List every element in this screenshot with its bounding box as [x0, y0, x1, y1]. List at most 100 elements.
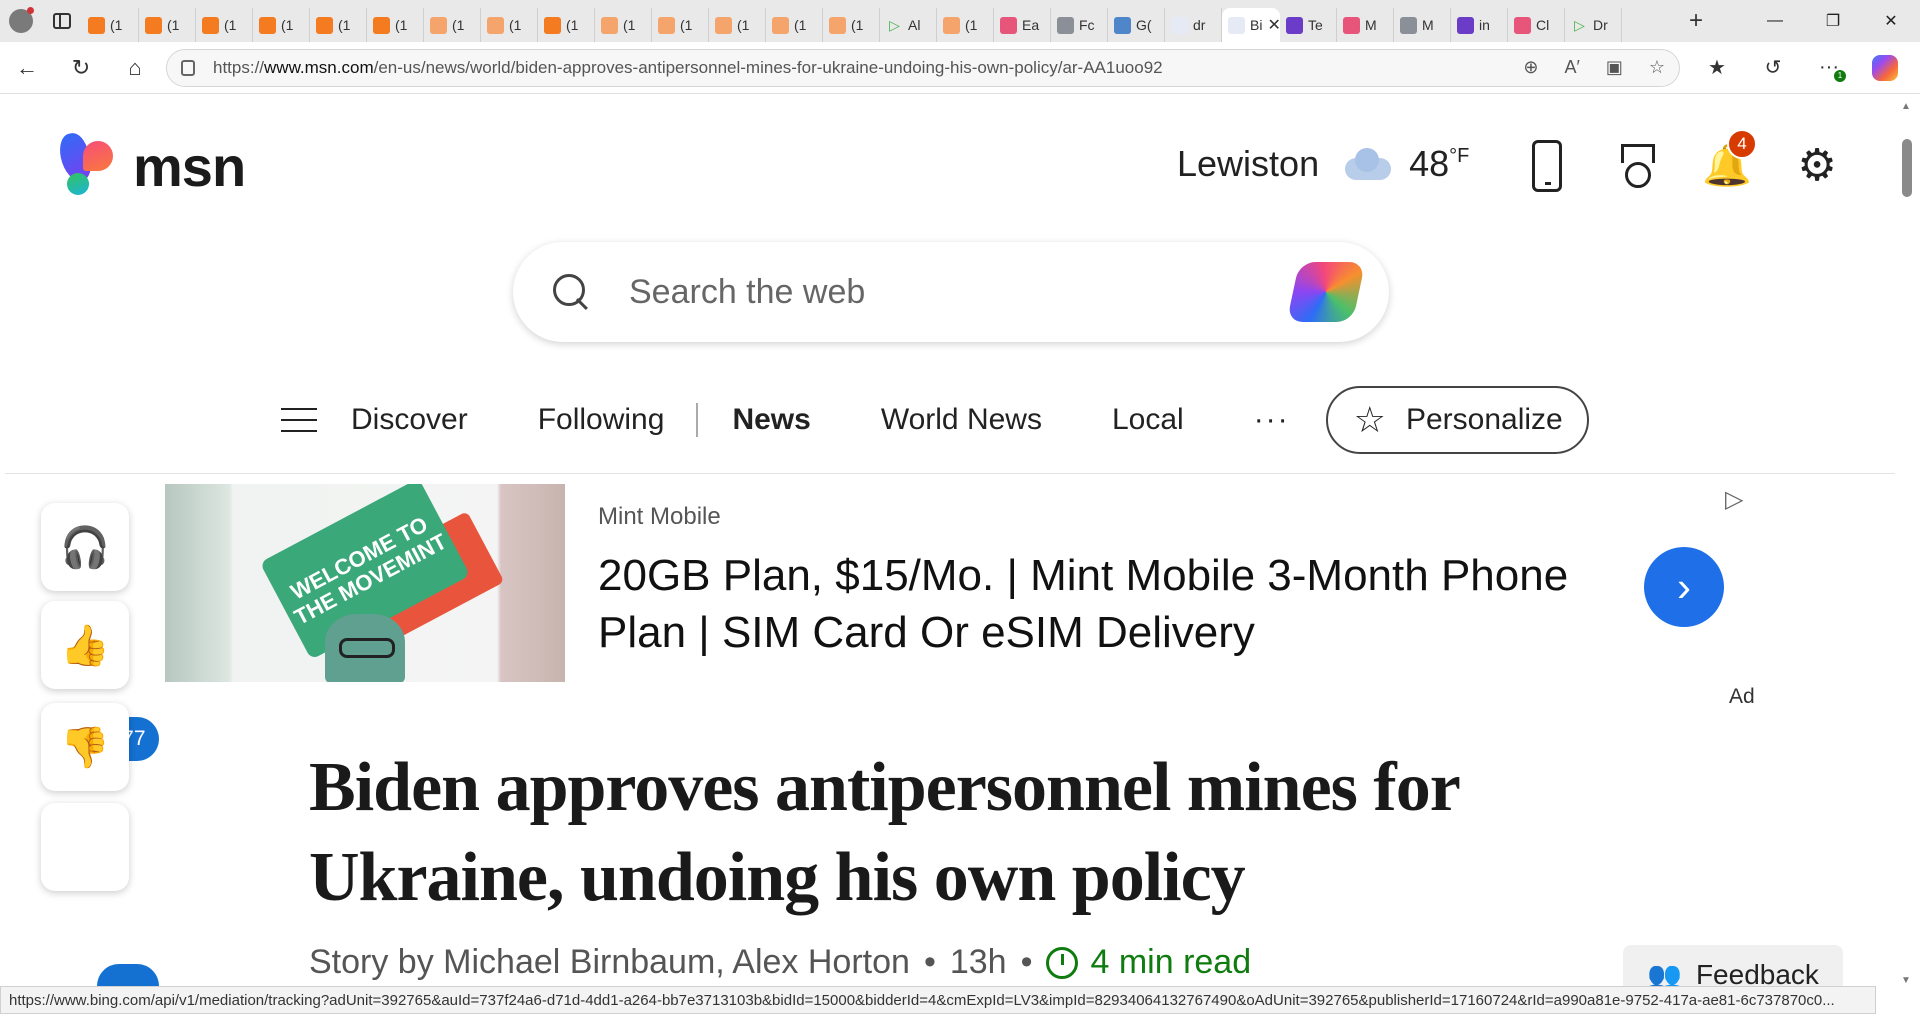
listen-button[interactable]: 🎧 — [41, 503, 129, 591]
lock-icon — [181, 59, 195, 76]
search-input[interactable] — [629, 272, 1293, 312]
immersive-reader-icon[interactable]: ▣ — [1606, 57, 1623, 78]
history-icon[interactable]: ↺ — [1750, 48, 1796, 88]
browser-tab[interactable]: (1 — [82, 8, 139, 42]
zoom-icon[interactable]: ⊕ — [1523, 57, 1538, 78]
ad-brand[interactable]: Mint Mobile — [598, 503, 721, 531]
scroll-down-arrow-icon[interactable]: ▼ — [1901, 975, 1911, 986]
browser-tab[interactable]: (1 — [481, 8, 538, 42]
browser-tab[interactable]: (1 — [139, 8, 196, 42]
read-time: 4 min read — [1046, 943, 1251, 982]
read-aloud-icon[interactable]: A′ — [1564, 57, 1579, 78]
browser-tab[interactable]: M — [1394, 8, 1451, 42]
msn-logo[interactable]: msn — [56, 130, 246, 199]
personalize-button[interactable]: ☆ Personalize — [1325, 386, 1589, 454]
settings-button[interactable]: ⚙ — [1793, 139, 1841, 193]
refresh-button[interactable]: ↻ — [54, 42, 108, 94]
browser-tab[interactable]: in — [1451, 8, 1508, 42]
weather-widget[interactable]: Lewiston 48°F — [1177, 143, 1469, 185]
browser-tab[interactable]: (1 — [196, 8, 253, 42]
personalize-label: Personalize — [1405, 403, 1563, 436]
profile-avatar[interactable] — [0, 0, 42, 42]
web-search-box — [513, 242, 1389, 342]
ad-image[interactable]: WELCOME TO THE MOVEMINT — [165, 484, 565, 682]
close-tab-icon[interactable]: ✕ — [1267, 15, 1280, 35]
address-bar[interactable]: https://www.msn.com/en-us/news/world/bid… — [166, 48, 1680, 87]
extensions-menu-icon[interactable]: ··· 1 — [1806, 48, 1852, 88]
nav-following[interactable]: Following — [538, 403, 665, 437]
feedback-button[interactable]: 👥 Feedback — [1623, 945, 1843, 990]
browser-tab[interactable]: (1 — [253, 8, 310, 42]
browser-tab[interactable]: dr — [1165, 8, 1222, 42]
restore-button[interactable]: ❐ — [1804, 0, 1862, 42]
scroll-up-arrow-icon[interactable]: ▲ — [1901, 101, 1911, 112]
copilot-sidebar-button[interactable] — [1862, 48, 1908, 88]
browser-tab[interactable]: Ea — [994, 8, 1051, 42]
tab-favicon-icon — [145, 16, 162, 34]
ad-choices-icon[interactable]: ▷ — [1725, 485, 1743, 514]
nav-local[interactable]: Local — [1112, 403, 1184, 437]
nav-more-button[interactable]: ··· — [1254, 403, 1290, 437]
tab-title: M — [1365, 17, 1377, 33]
notification-count-badge: 4 — [1727, 129, 1757, 159]
ad-title[interactable]: 20GB Plan, $15/Mo. | Mint Mobile 3-Month… — [598, 547, 1608, 661]
browser-tab[interactable]: Te — [1280, 8, 1337, 42]
article-authors[interactable]: Story by Michael Birnbaum, Alex Horton — [309, 943, 910, 982]
nav-world-news[interactable]: World News — [881, 403, 1042, 437]
tab-favicon-icon — [1171, 16, 1188, 34]
browser-tab[interactable]: M — [1337, 8, 1394, 42]
browser-tab[interactable]: (1 — [652, 8, 709, 42]
tab-title: (1 — [965, 17, 978, 33]
cloudy-weather-icon — [1337, 148, 1392, 180]
nav-news[interactable]: News — [732, 403, 810, 437]
timer-icon — [1046, 946, 1079, 979]
page-scrollbar[interactable]: ▲ ▼ — [1895, 95, 1920, 990]
browser-tab[interactable]: (1 — [937, 8, 994, 42]
browser-tab[interactable]: (1 — [310, 8, 367, 42]
browser-tab[interactable]: (1 — [595, 8, 652, 42]
browser-tab[interactable]: Fc — [1051, 8, 1108, 42]
tab-actions-button[interactable] — [42, 0, 82, 42]
bullet-separator: • — [923, 943, 936, 981]
browser-tab[interactable]: ▷ Dr — [1565, 8, 1622, 42]
ad-next-button[interactable]: › — [1644, 547, 1724, 627]
new-tab-button[interactable]: + — [1676, 0, 1716, 42]
scrollbar-thumb[interactable] — [1902, 139, 1912, 197]
phone-icon — [1532, 140, 1562, 192]
like-button[interactable]: 👍 — [41, 601, 129, 689]
browser-tab[interactable]: (1 — [766, 8, 823, 42]
notifications-button[interactable]: 🔔 4 — [1702, 129, 1757, 193]
close-window-button[interactable]: ✕ — [1862, 0, 1920, 42]
tab-favicon-icon — [373, 16, 390, 34]
minimize-button[interactable]: — — [1746, 0, 1804, 42]
tab-title: (1 — [281, 17, 294, 33]
browser-tab[interactable]: (1 — [538, 8, 595, 42]
copilot-button[interactable] — [1286, 262, 1366, 322]
browser-tab[interactable]: (1 — [424, 8, 481, 42]
comments-button[interactable] — [41, 803, 129, 891]
browser-tab[interactable]: (1 — [367, 8, 424, 42]
browser-tab[interactable]: (1 — [709, 8, 766, 42]
mobile-app-button[interactable] — [1523, 139, 1571, 193]
tab-title: dr — [1193, 17, 1206, 33]
browser-tab[interactable]: Bi ✕ — [1222, 8, 1280, 42]
hamburger-menu-icon[interactable] — [281, 408, 317, 432]
favorite-star-icon[interactable]: ☆ — [1649, 57, 1665, 78]
nav-discover[interactable]: Discover — [351, 403, 468, 437]
nav-divider — [696, 403, 699, 437]
browser-tab[interactable]: ▷ Al — [880, 8, 937, 42]
favorites-icon[interactable]: ★ — [1694, 48, 1740, 88]
back-button[interactable]: ← — [0, 42, 54, 94]
browser-tab[interactable]: G( — [1108, 8, 1165, 42]
extension-badge: 1 — [1834, 69, 1846, 82]
browser-tab[interactable]: (1 — [823, 8, 880, 42]
home-button[interactable]: ⌂ — [108, 42, 162, 94]
browser-tab[interactable]: Cl — [1508, 8, 1565, 42]
rewards-button[interactable] — [1613, 139, 1661, 193]
msn-butterfly-icon — [56, 130, 125, 199]
dislike-button[interactable]: 👎 — [41, 703, 129, 791]
tab-favicon-icon — [430, 16, 447, 34]
search-icon — [553, 274, 589, 310]
tab-title: Al — [908, 17, 921, 33]
browser-tab-strip: (1 (1 (1 (1 (1 (1 (1 (1 (1 (1 (1 (1 (1 (1 ▷ Al (1 Ea Fc G(d… — [0, 0, 1920, 42]
